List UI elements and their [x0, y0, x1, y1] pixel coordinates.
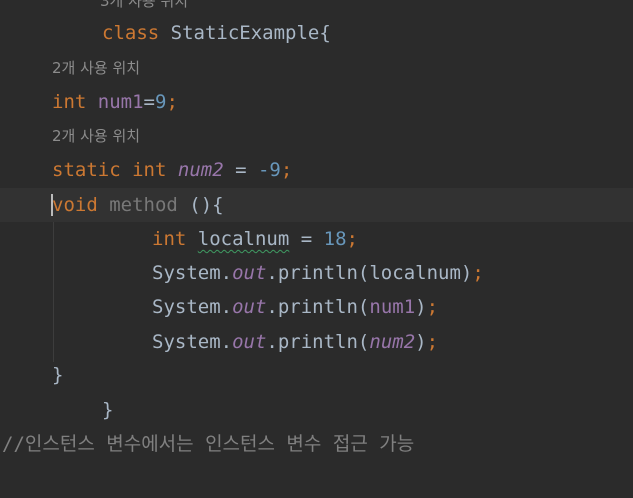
class-system: System	[152, 331, 221, 353]
text-caret	[51, 194, 53, 216]
variable-localnum: localnum	[197, 228, 290, 250]
field-num2: num2	[369, 331, 416, 353]
keyword-int: int	[52, 91, 87, 113]
comment-text: //인스턴스 변수에서는 인스턴스 변수 접근 가능	[2, 433, 415, 455]
method-parens: (){	[177, 194, 224, 216]
field-num1: num1	[97, 91, 144, 113]
field-num1: num1	[369, 296, 416, 318]
method-name: method	[109, 194, 178, 216]
field-out: out	[232, 262, 267, 284]
keyword-class: class	[102, 22, 160, 44]
code-editor[interactable]: 3개 사용 위치 class StaticExample{ 2개 사용 위치 i…	[0, 0, 633, 498]
keyword-static: static	[52, 159, 121, 181]
operator-assign: =	[143, 91, 155, 113]
paren-close: )	[415, 331, 427, 353]
keyword-void: void	[52, 194, 98, 216]
semicolon: ;	[426, 331, 439, 353]
dot: .	[220, 262, 233, 284]
usage-hint-num1[interactable]: 2개 사용 위치	[52, 51, 140, 85]
brace-close-class: }	[102, 399, 114, 421]
code-line-localnum[interactable]: int localnum = 18;	[0, 222, 633, 256]
class-system: System	[152, 296, 221, 318]
semicolon: ;	[166, 91, 178, 113]
code-line-method-close[interactable]: }	[0, 358, 633, 392]
code-line-println-localnum[interactable]: System.out.println(localnum);	[0, 256, 633, 290]
field-num2: num2	[177, 159, 224, 181]
keyword-int: int	[152, 228, 187, 250]
class-name: StaticExample{	[159, 22, 331, 44]
code-line-num1[interactable]: int num1=9;	[0, 85, 633, 119]
class-system: System	[152, 262, 221, 284]
dot: .	[220, 296, 233, 318]
code-line-println-num2[interactable]: System.out.println(num2);	[0, 325, 633, 359]
code-line-class-decl[interactable]: class StaticExample{	[0, 16, 633, 50]
number-literal: 9	[155, 91, 167, 113]
code-line-println-num1[interactable]: System.out.println(num1);	[0, 290, 633, 324]
field-out: out	[232, 296, 267, 318]
code-line-method-decl[interactable]: void method (){	[0, 188, 633, 222]
number-literal: -9	[257, 159, 281, 181]
code-line-class-close[interactable]: }	[0, 393, 633, 427]
usage-hint-num2[interactable]: 2개 사용 위치	[52, 119, 140, 153]
code-line-comment[interactable]: //인스턴스 변수에서는 인스턴스 변수 접근 가능	[0, 427, 633, 461]
semicolon: ;	[346, 228, 358, 250]
println-call: .println(localnum)	[266, 262, 473, 284]
number-literal: 18	[323, 228, 347, 250]
field-out: out	[232, 331, 267, 353]
println-call: .println(	[266, 331, 370, 353]
paren-close: )	[415, 296, 427, 318]
println-call: .println(	[266, 296, 370, 318]
semicolon: ;	[426, 296, 439, 318]
semicolon: ;	[472, 262, 484, 284]
brace-close-method: }	[52, 364, 64, 386]
operator-assign: =	[289, 228, 324, 250]
operator-assign: =	[223, 159, 258, 181]
semicolon: ;	[280, 159, 293, 181]
dot: .	[220, 331, 233, 353]
keyword-int: int	[132, 159, 167, 181]
code-line-num2[interactable]: static int num2 = -9;	[0, 153, 633, 187]
